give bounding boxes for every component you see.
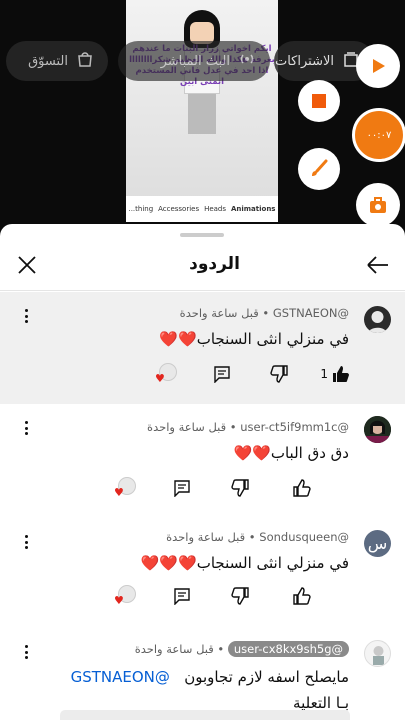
more-options-button[interactable]	[20, 306, 32, 326]
commenter-avatar[interactable]: س	[364, 530, 391, 557]
comment-item: @user-ct5if9mm1c • قبل ساعة واحدة دق دق …	[0, 406, 405, 520]
like-button[interactable]: 1	[320, 360, 350, 388]
reply-button[interactable]	[173, 582, 191, 610]
comment-actions: 1 ♥	[0, 360, 405, 388]
back-button[interactable]	[363, 250, 393, 280]
like-count: 1	[320, 367, 328, 381]
comment-time: قبل ساعة واحدة	[147, 420, 227, 434]
comment-item: س @Sondusqueen • قبل ساعة واحدة في منزلي…	[0, 520, 405, 632]
comment-body: دق دق الباب	[270, 444, 349, 462]
sheet-drag-handle[interactable]	[180, 233, 224, 237]
comment-author[interactable]: @user-cx8kx9sh5g	[227, 641, 349, 657]
comment-meta: @Sondusqueen • قبل ساعة واحدة	[166, 530, 349, 544]
arrow-back-icon	[367, 256, 388, 274]
game-tab: Heads	[204, 205, 227, 213]
creator-heart: ♥	[114, 474, 136, 502]
comment-emoji: ❤️❤️❤️	[140, 554, 197, 572]
comment-author[interactable]: @GSTNAEON	[273, 306, 349, 320]
thumbs-up-filled-icon	[333, 366, 349, 382]
play-icon	[373, 59, 385, 73]
comment-item: @GSTNAEON • قبل ساعة واحدة في منزلي انثى…	[0, 292, 405, 404]
shopping-chip-label: التسوّق	[28, 53, 68, 69]
shopping-bag-icon	[76, 50, 94, 72]
replies-sheet: الردود @GSTNAEON • قبل ساعة واحدة في منز…	[0, 224, 405, 720]
comment-icon	[174, 588, 190, 605]
like-button[interactable]	[293, 582, 311, 610]
game-tab: ...thing	[128, 205, 154, 213]
dislike-button[interactable]	[231, 582, 249, 610]
screen-recorder-brush-button[interactable]	[298, 148, 340, 190]
sheet-title: الردود	[0, 254, 405, 274]
heart-icon: ♥	[155, 372, 165, 385]
comment-actions: ♥	[0, 474, 405, 502]
like-button[interactable]	[293, 474, 311, 502]
sheet-header: الردود	[0, 244, 405, 290]
comment-body: في منزلي انثى السنجاب	[196, 554, 349, 572]
more-options-button[interactable]	[20, 532, 32, 552]
comment-item: @user-cx8kx9sh5g • قبل ساعة واحدة مايصلح…	[0, 632, 405, 720]
comment-body: في منزلي انثى السنجاب	[196, 330, 349, 348]
screen-recorder-stop-button[interactable]	[298, 80, 340, 122]
bottom-bar	[60, 710, 350, 720]
reply-button[interactable]	[173, 474, 191, 502]
comment-text: دق دق الباب❤️❤️	[234, 444, 350, 462]
comment-actions: ♥	[0, 582, 405, 610]
comment-meta: @user-cx8kx9sh5g • قبل ساعة واحدة	[134, 641, 349, 657]
screen-recorder-play-button[interactable]	[356, 44, 400, 88]
mention-link[interactable]: @GSTNAEON	[71, 668, 170, 686]
avatar-letter: س	[367, 534, 388, 553]
live-chip[interactable]: البث المباشر	[118, 41, 270, 81]
comment-author[interactable]: @user-ct5if9mm1c	[240, 420, 349, 434]
more-options-button[interactable]	[20, 642, 32, 662]
screen: ايكم اخواتي زرار البنات ما عندهم بغرفة ه…	[0, 0, 405, 720]
comment-icon	[174, 480, 190, 497]
comment-text: مايصلح اسفه لازم تجاوبون @GSTNAEON	[71, 668, 349, 686]
live-icon	[238, 50, 256, 72]
comment-time: قبل ساعة واحدة	[166, 530, 246, 544]
sheet-title-text: الردود	[189, 254, 240, 274]
game-tab: Accessories	[158, 205, 200, 213]
comment-emoji: ❤️❤️	[233, 444, 271, 462]
more-options-button[interactable]	[20, 418, 32, 438]
shopping-chip[interactable]: التسوّق	[6, 41, 108, 81]
screen-recorder-timer[interactable]: ٠٠:٠٧	[352, 108, 405, 162]
dislike-button[interactable]	[231, 474, 249, 502]
video-area[interactable]: ايكم اخواتي زرار البنات ما عندهم بغرفة ه…	[0, 0, 405, 232]
thumbs-down-icon	[270, 365, 288, 383]
comment-meta: @user-ct5if9mm1c • قبل ساعة واحدة	[147, 420, 349, 434]
comment-meta: @GSTNAEON • قبل ساعة واحدة	[179, 306, 349, 320]
comment-text: في منزلي انثى السنجاب❤️❤️	[159, 330, 349, 348]
thumbs-up-icon	[293, 479, 311, 497]
heart-icon: ♥	[114, 486, 124, 499]
comment-emoji: ❤️❤️	[159, 330, 197, 348]
comment-author[interactable]: @Sondusqueen	[259, 530, 349, 544]
heart-icon: ♥	[114, 594, 124, 607]
game-tabbar: ...thing Accessories Heads Animations	[126, 196, 278, 222]
game-tab: Animations	[230, 205, 276, 213]
dislike-button[interactable]	[270, 360, 288, 388]
creator-heart: ♥	[155, 360, 177, 388]
comment-text: في منزلي انثى السنجاب❤️❤️❤️	[141, 554, 349, 572]
toolbox-icon	[370, 197, 386, 213]
commenter-avatar[interactable]	[364, 640, 391, 667]
header-divider	[0, 290, 405, 291]
commenter-avatar[interactable]	[364, 306, 391, 333]
thumbs-down-icon	[231, 587, 249, 605]
thumbs-up-icon	[293, 587, 311, 605]
stop-icon	[312, 94, 326, 108]
reply-button[interactable]	[213, 360, 231, 388]
live-chip-label: البث المباشر	[160, 53, 230, 69]
recorder-timer-label: ٠٠:٠٧	[366, 129, 392, 141]
thumbs-down-icon	[231, 479, 249, 497]
comment-time: قبل ساعة واحدة	[134, 642, 214, 656]
creator-heart: ♥	[114, 582, 136, 610]
brush-icon	[312, 159, 328, 176]
screen-recorder-tools-button[interactable]	[356, 183, 400, 227]
video-thumbnail[interactable]: ايكم اخواتي زرار البنات ما عندهم بغرفة ه…	[126, 0, 278, 222]
commenter-avatar[interactable]	[364, 416, 391, 443]
comment-icon	[214, 366, 230, 383]
subscriptions-chip-label: الاشتراكات	[274, 53, 334, 69]
comment-time: قبل ساعة واحدة	[179, 306, 259, 320]
comment-body: مايصلح اسفه لازم تجاوبون	[184, 668, 349, 686]
